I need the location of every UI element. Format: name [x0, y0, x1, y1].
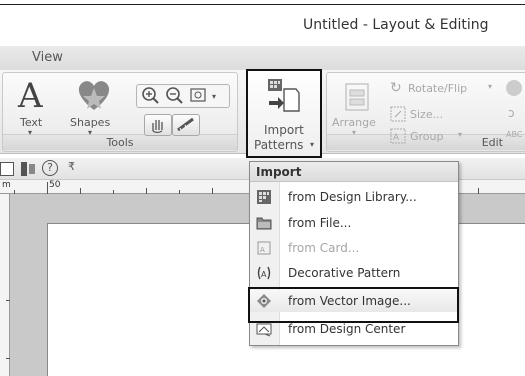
chevron-down-icon: ▾ — [352, 128, 357, 137]
text-icon: A — [18, 76, 43, 116]
arrange-icon — [345, 83, 369, 111]
chevron-down-icon: ▾ — [28, 128, 33, 137]
menu-item-from-card[interactable]: A from Card... — [250, 237, 458, 259]
callout-highlight-box — [248, 287, 459, 323]
pan-hand-icon[interactable] — [144, 114, 172, 136]
size-label: Size... — [410, 108, 444, 121]
svg-text:A: A — [260, 246, 265, 254]
size-icon — [390, 106, 406, 122]
text-button[interactable]: A Text ▾ — [14, 76, 58, 137]
zoom-in-icon[interactable] — [140, 85, 162, 107]
menu-item-decorative-pattern[interactable]: A Decorative Pattern — [250, 262, 458, 284]
rotate-flip-button[interactable]: ↻ Rotate/Flip ▾ — [390, 80, 510, 98]
menu-item-label: from Card... — [288, 241, 360, 255]
ruler-mark-50: 50 — [49, 180, 61, 190]
menu-item-from-file[interactable]: from File... — [250, 212, 458, 234]
group-icon: A — [390, 128, 406, 144]
measure-icon[interactable] — [172, 114, 200, 136]
size-button[interactable]: Size... — [390, 106, 470, 124]
shapes-button[interactable]: Shapes ▾ — [66, 78, 120, 137]
import-patterns-label-2: Patterns — [254, 138, 304, 152]
zoom-out-icon[interactable] — [164, 85, 186, 107]
arrange-button[interactable]: Arrange ▾ — [332, 78, 382, 138]
layout-icon[interactable] — [20, 161, 36, 177]
rotate-flip-label: Rotate/Flip — [408, 82, 468, 95]
menu-item-from-design-library[interactable]: from Design Library... — [250, 186, 458, 208]
menu-view[interactable]: View — [32, 50, 63, 65]
frame-icon[interactable] — [0, 162, 14, 176]
menu-item-label: Decorative Pattern — [288, 266, 401, 280]
menu-item-label: from Design Library... — [288, 190, 417, 204]
design-center-icon — [256, 323, 272, 337]
import-patterns-icon — [268, 79, 300, 112]
import-patterns-button[interactable]: Import Patterns ▾ — [246, 69, 322, 158]
vertical-ruler — [0, 194, 10, 376]
edit-extra-icon[interactable]: ↄ — [508, 106, 515, 120]
svg-text:A: A — [393, 133, 400, 143]
menu-bar: View — [0, 46, 525, 70]
folder-icon — [256, 217, 272, 230]
ruler-tick — [47, 182, 48, 194]
svg-text:▾: ▾ — [212, 92, 216, 101]
import-menu-header: Import — [250, 162, 458, 182]
card-icon: A — [257, 241, 271, 255]
group-label: Group — [410, 130, 444, 143]
chevron-down-icon: ▾ — [488, 82, 493, 91]
chevron-down-icon: ▾ — [458, 130, 463, 139]
decorative-pattern-icon: A — [257, 266, 271, 280]
shapes-icon — [78, 81, 110, 110]
title-bar: Untitled - Layout & Editing — [0, 0, 525, 46]
menu-item-label: from Design Center — [288, 322, 406, 336]
edit-extra-icon-2[interactable]: ABC — [506, 130, 522, 139]
tools-group-label: Tools — [3, 134, 237, 150]
group-button[interactable]: A Group ▾ — [390, 128, 480, 146]
ruler-unit: m — [2, 180, 11, 190]
help-icon[interactable]: ? — [42, 160, 58, 176]
zoom-fit-icon[interactable]: ▾ — [188, 85, 224, 107]
import-patterns-label-1: Import — [264, 123, 304, 137]
design-library-icon — [257, 190, 271, 204]
menu-item-label: from File... — [288, 216, 352, 230]
chevron-down-icon: ▾ — [310, 140, 315, 149]
circle-icon[interactable] — [506, 80, 522, 96]
title-divider — [0, 4, 525, 5]
window-title: Untitled - Layout & Editing — [303, 17, 489, 33]
svg-text:A: A — [261, 270, 267, 279]
chevron-down-icon: ▾ — [88, 128, 93, 137]
rotate-icon: ↻ — [390, 80, 402, 96]
customize-toolbar-icon[interactable]: ₹ — [68, 160, 75, 173]
